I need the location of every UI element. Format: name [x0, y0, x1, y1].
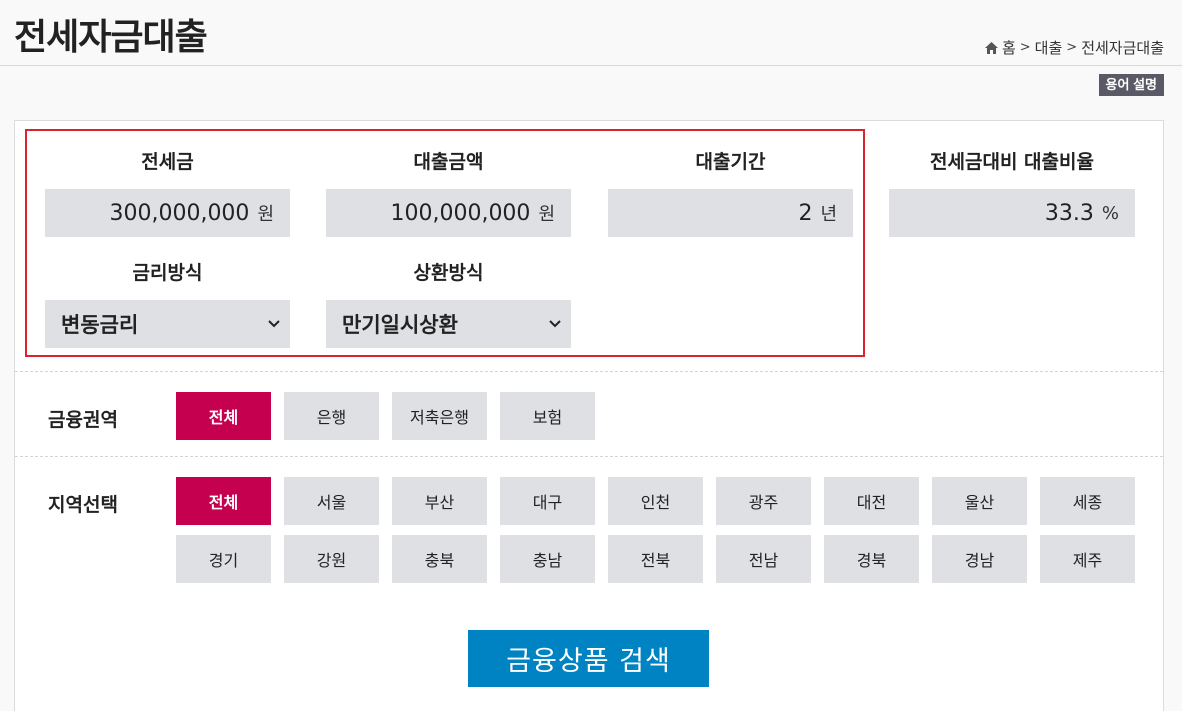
sector-chip[interactable]: 은행: [284, 392, 379, 440]
region-chip[interactable]: 부산: [392, 477, 487, 525]
region-chip[interactable]: 세종: [1040, 477, 1135, 525]
region-chip[interactable]: 대구: [500, 477, 595, 525]
sector-label: 금융권역: [48, 409, 118, 431]
loan-amount-label: 대출금액: [413, 151, 484, 173]
region-chip[interactable]: 전남: [716, 535, 811, 583]
title-divider: [0, 65, 1182, 66]
loan-period-unit: 년: [820, 204, 837, 225]
loan-amount-field: 대출금액 100,000,000 원: [326, 148, 571, 237]
region-chip[interactable]: 경남: [932, 535, 1027, 583]
region-chip[interactable]: 전북: [608, 535, 703, 583]
region-chip[interactable]: 제주: [1040, 535, 1135, 583]
breadcrumb-current: 전세자금대출: [1081, 39, 1164, 57]
chevron-down-icon: [268, 316, 280, 332]
chevron-right-icon: >: [1019, 40, 1031, 55]
region-chip[interactable]: 광주: [716, 477, 811, 525]
sector-chip[interactable]: 전체: [176, 392, 271, 440]
region-chip[interactable]: 경기: [176, 535, 271, 583]
breadcrumb-loan[interactable]: 대출: [1035, 37, 1063, 58]
loan-ratio-display: 33.3 %: [889, 189, 1135, 237]
region-chip[interactable]: 대전: [824, 477, 919, 525]
product-search-button[interactable]: 금융상품 검색: [468, 630, 709, 687]
section-divider: [15, 371, 1163, 372]
loan-ratio-value: 33.3: [1044, 200, 1094, 226]
region-chip[interactable]: 인천: [608, 477, 703, 525]
loan-amount-unit: 원: [538, 204, 555, 225]
deposit-value: 300,000,000: [109, 200, 250, 226]
deposit-unit: 원: [257, 204, 274, 225]
rate-type-field: 금리방식 변동금리: [45, 259, 290, 348]
region-chip[interactable]: 충북: [392, 535, 487, 583]
region-chip[interactable]: 강원: [284, 535, 379, 583]
page-title: 전세자금대출: [14, 17, 208, 58]
deposit-input[interactable]: 300,000,000 원: [45, 189, 290, 237]
rate-type-label: 금리방식: [132, 262, 203, 284]
loan-period-input[interactable]: 2 년: [608, 189, 853, 237]
loan-ratio-unit: %: [1101, 202, 1119, 224]
region-chip[interactable]: 충남: [500, 535, 595, 583]
rate-type-selected: 변동금리: [61, 313, 139, 337]
loan-amount-value: 100,000,000: [390, 200, 531, 226]
repayment-select[interactable]: 만기일시상환: [326, 300, 571, 348]
repayment-field: 상환방식 만기일시상환: [326, 259, 571, 348]
loan-period-label: 대출기간: [695, 151, 766, 173]
region-label: 지역선택: [48, 494, 118, 516]
region-chip[interactable]: 울산: [932, 477, 1027, 525]
loan-ratio-field: 전세금대비 대출비율 33.3 %: [889, 148, 1135, 237]
loan-ratio-label: 전세금대비 대출비율: [930, 151, 1094, 173]
deposit-field: 전세금 300,000,000 원: [45, 148, 290, 237]
region-chip[interactable]: 경북: [824, 535, 919, 583]
repayment-label: 상환방식: [413, 262, 484, 284]
sector-chip[interactable]: 보험: [500, 392, 595, 440]
breadcrumb-home[interactable]: 홈: [1002, 37, 1016, 58]
rate-type-select[interactable]: 변동금리: [45, 300, 290, 348]
breadcrumb: 홈 > 대출 > 전세자금대출: [984, 37, 1164, 58]
loan-amount-input[interactable]: 100,000,000 원: [326, 189, 571, 237]
deposit-label: 전세금: [141, 151, 194, 173]
home-icon[interactable]: [984, 41, 998, 54]
chevron-down-icon: [549, 316, 561, 332]
sector-chip[interactable]: 저축은행: [392, 392, 487, 440]
loan-period-field: 대출기간 2 년: [608, 148, 853, 237]
chevron-right-icon: >: [1066, 40, 1078, 55]
loan-period-value: 2: [798, 200, 813, 226]
glossary-button[interactable]: 용어 설명: [1098, 74, 1164, 96]
section-divider: [15, 456, 1163, 457]
repayment-selected: 만기일시상환: [342, 313, 458, 337]
region-chip[interactable]: 전체: [176, 477, 271, 525]
region-chip[interactable]: 서울: [284, 477, 379, 525]
